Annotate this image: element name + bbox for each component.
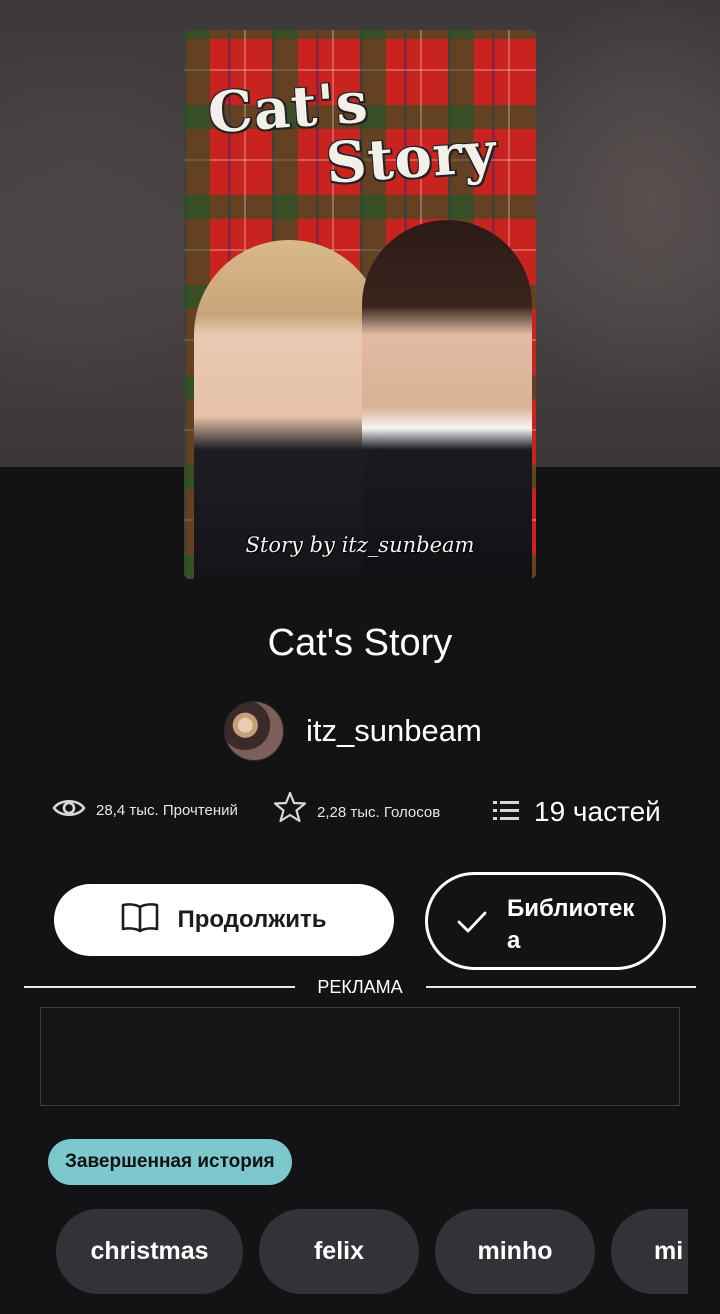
completed-status-badge: Завершенная история <box>48 1139 292 1185</box>
story-cover[interactable]: Cat's Story Story by itz_sunbeam <box>184 30 536 579</box>
ad-slot[interactable] <box>40 1007 680 1106</box>
add-to-library-button[interactable]: Библиотека <box>425 872 666 970</box>
story-stats: 28,4 тыс. Прочтений 2,28 тыс. Голосов 19… <box>0 791 720 846</box>
eye-icon <box>52 796 86 825</box>
tag-partial[interactable]: mi <box>611 1209 688 1294</box>
cover-figure-right <box>362 220 532 579</box>
reads-stat: 28,4 тыс. Прочтений <box>52 796 238 825</box>
votes-stat: 2,28 тыс. Голосов <box>273 791 441 829</box>
cover-credit: Story by itz_sunbeam <box>245 533 475 557</box>
ad-divider-line-right <box>426 986 696 988</box>
parts-count[interactable]: 19 частей <box>534 796 661 828</box>
story-details-screen: Cat's Story Story by itz_sunbeam Cat's S… <box>0 0 720 1314</box>
author-avatar[interactable] <box>224 701 284 761</box>
library-label: Библиотека <box>507 895 635 954</box>
tag-minho[interactable]: minho <box>435 1209 595 1294</box>
tag-christmas[interactable]: christmas <box>56 1209 243 1294</box>
cover-title-line2: Story <box>323 119 499 197</box>
book-icon <box>121 901 159 940</box>
cover-figure-left <box>194 240 384 579</box>
reads-count: 28,4 тыс. Прочтений <box>96 802 238 819</box>
star-icon <box>273 791 307 829</box>
check-icon <box>456 909 488 940</box>
tag-list[interactable]: christmas felix minho mi <box>0 1209 688 1294</box>
list-icon <box>492 798 520 827</box>
continue-label: Продолжить <box>177 906 327 933</box>
author-name[interactable]: itz_sunbeam <box>306 713 482 749</box>
continue-reading-button[interactable]: Продолжить <box>54 884 394 956</box>
story-title: Cat's Story <box>267 622 453 664</box>
votes-count: 2,28 тыс. Голосов <box>317 804 441 821</box>
author-link[interactable]: itz_sunbeam <box>224 701 482 761</box>
tag-felix[interactable]: felix <box>259 1209 419 1294</box>
ad-divider: РЕКЛАМА <box>24 975 696 999</box>
parts-stat[interactable]: 19 частей <box>492 796 661 828</box>
